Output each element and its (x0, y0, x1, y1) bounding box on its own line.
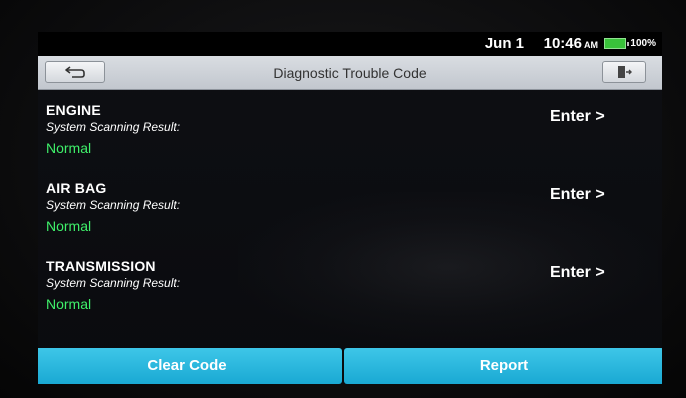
system-scan-label: System Scanning Result: (46, 198, 181, 212)
enter-engine-button[interactable]: Enter > (550, 108, 605, 126)
system-status: Normal (46, 218, 92, 234)
status-time: 10:46 AM (544, 35, 598, 52)
exit-icon (618, 66, 632, 78)
system-status: Normal (46, 140, 92, 156)
status-time-value: 10:46 (543, 35, 582, 52)
system-scan-label: System Scanning Result: (46, 120, 181, 134)
exit-button[interactable] (602, 61, 646, 83)
system-scan-label: System Scanning Result: (46, 276, 181, 290)
title-bar: Diagnostic Trouble Code (38, 56, 662, 90)
system-name: AIR BAG (46, 180, 107, 196)
clear-code-button[interactable]: Clear Code (38, 348, 342, 384)
system-status: Normal (46, 296, 92, 312)
report-button[interactable]: Report (344, 348, 662, 384)
system-name: ENGINE (46, 102, 101, 118)
device-screen: Jun 1 10:46 AM 100% Diagnostic Trouble Co… (38, 32, 662, 384)
enter-transmission-button[interactable]: Enter > (550, 264, 605, 282)
page-title: Diagnostic Trouble Code (273, 65, 427, 81)
enter-airbag-button[interactable]: Enter > (550, 186, 605, 204)
battery-icon (604, 38, 629, 49)
system-name: TRANSMISSION (46, 258, 156, 274)
status-bar: Jun 1 10:46 AM 100% (38, 32, 662, 56)
status-time-ampm: AM (584, 40, 598, 50)
status-date: Jun 1 (484, 35, 524, 52)
battery-percentage: 100% (630, 38, 656, 49)
